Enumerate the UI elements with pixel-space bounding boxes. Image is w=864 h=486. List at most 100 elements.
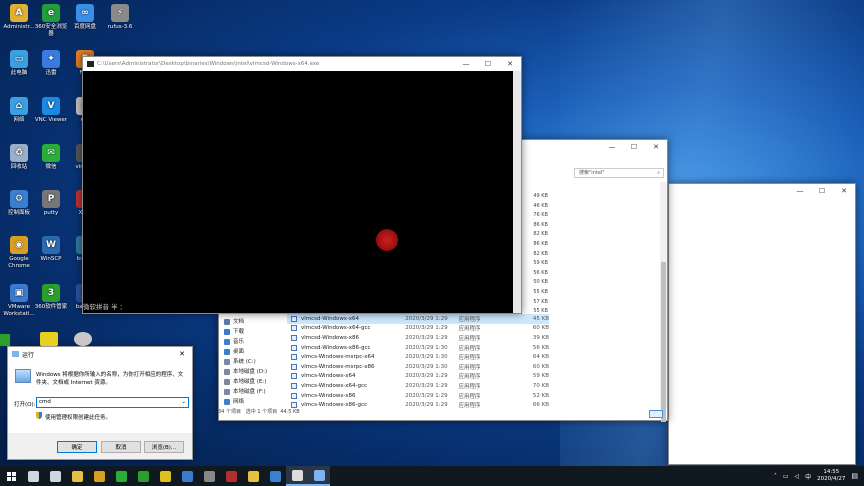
desktop-icon[interactable]: ⚙ 控制面板 (2, 190, 36, 217)
taskbar-360-button[interactable] (132, 466, 154, 486)
desktop-icon[interactable]: Pputty (34, 190, 68, 217)
desktop-icon-partial[interactable] (40, 332, 58, 346)
nav-item[interactable]: 本地磁盘 (D:) (224, 367, 267, 377)
taskbar-app2-button[interactable] (198, 466, 220, 486)
desktop-icon[interactable]: ✦ 迅雷 (34, 50, 68, 77)
desktop-icon-partial-2[interactable] (74, 332, 92, 346)
browse-button[interactable]: 浏览(B)... (144, 441, 184, 453)
file-row[interactable]: vlmcs-Windows-x86-gcc 2020/3/29 1:29 应用程序 6… (287, 400, 549, 410)
network-icon[interactable]: ▭ (783, 473, 789, 480)
file-row[interactable]: vlmcs-Windows-x86 2020/3/29 1:29 应用程序 52 KB (287, 391, 549, 401)
navigation-pane[interactable]: 文档 下载 音乐 桌面 系统 (C:) 本地磁盘 (D:) 本地磁盘 (E:) 本地磁盘 (F… (224, 317, 267, 407)
nav-item[interactable]: 系统 (C:) (224, 357, 267, 367)
taskbar-wechat-button[interactable] (110, 466, 132, 486)
file-row[interactable]: vlmcsd-Windows-x64 2020/3/29 1:29 应用程序 45 K… (287, 314, 549, 324)
file-row[interactable]: vlmcsd-Windows-x64-gcc 2020/3/29 1:29 应用程序… (287, 324, 549, 334)
maximize-icon[interactable]: ☐ (477, 57, 499, 71)
app-icon: ♻ (10, 144, 28, 162)
desktop-icon[interactable]: A Administr... (2, 4, 36, 31)
volume-icon[interactable]: ◁ (795, 473, 800, 480)
folder-icon (224, 349, 230, 355)
desktop-icon[interactable]: e 360安全浏览器 (34, 4, 68, 38)
taskbar-task-view-button[interactable] (44, 466, 66, 486)
run-input[interactable]: cmd ⌄ (36, 397, 189, 408)
chevron-down-icon[interactable]: ⌄ (181, 398, 186, 407)
file-row[interactable]: vlmcs-Windows-x64-gcc 2020/3/29 1:29 应用程序 7… (287, 381, 549, 391)
view-toggle-icons[interactable] (649, 410, 663, 418)
desktop-icon[interactable]: W WinSCP (34, 236, 68, 263)
explorer-window-back[interactable]: — ☐ ✕ (668, 183, 856, 465)
taskbar-chrome-button[interactable] (88, 466, 110, 486)
search-input[interactable]: 搜索"intel" ⌕ (574, 168, 664, 178)
file-date: 2020/3/29 1:29 (405, 392, 448, 399)
ime-indicator[interactable]: 中 (805, 472, 811, 481)
desktop-icon-partial-3[interactable] (0, 334, 10, 346)
taskbar-search-button[interactable] (22, 466, 44, 486)
maximize-icon[interactable]: ☐ (623, 140, 645, 154)
nav-item[interactable]: 桌面 (224, 347, 267, 357)
size-cell: 86 KB (533, 221, 548, 228)
desktop-icon[interactable]: ◉ Google Chrome (2, 236, 36, 270)
cancel-button[interactable]: 取消 (101, 441, 141, 453)
console-output[interactable]: 微软拼音 半 ： (83, 71, 521, 313)
desktop-icon[interactable]: ✉ 微信 (34, 144, 68, 171)
taskbar-cmd-button[interactable] (286, 466, 308, 486)
desktop-icon[interactable]: ⚡ rufus-3.6 (103, 4, 137, 31)
file-size: 39 KB (532, 334, 549, 341)
run-dialog[interactable]: 运行 ✕ Windows 将根据你所输入的名称，为你打开相应的程序、文件夹、文档… (7, 346, 193, 460)
nav-item[interactable]: 本地磁盘 (F:) (224, 387, 267, 397)
desktop-icon[interactable]: 3 360软件管家 (34, 284, 68, 311)
nav-item[interactable]: 下载 (224, 327, 267, 337)
app-icon: 3 (42, 284, 60, 302)
size-cell: 46 KB (533, 202, 548, 209)
close-icon[interactable]: ✕ (172, 350, 192, 358)
console-titlebar[interactable]: C:\Users\Administrator\Desktop\binaries\… (83, 57, 521, 71)
file-row[interactable]: vlmcsd-Windows-x86-gcc 2020/3/29 1:30 应用程序… (287, 343, 549, 353)
clock-date: 2020/4/27 (817, 476, 846, 482)
taskbar-explorer-window-button[interactable] (242, 466, 264, 486)
console-scrollbar[interactable] (513, 71, 521, 313)
close-icon[interactable]: ✕ (499, 57, 521, 71)
close-icon[interactable]: ✕ (645, 140, 667, 154)
close-icon[interactable]: ✕ (833, 184, 855, 198)
minimize-icon[interactable]: — (601, 140, 623, 154)
file-row[interactable]: vlmcs-Windows-msrpc-x64 2020/3/29 1:30 应用程… (287, 352, 549, 362)
file-date: 2020/3/29 1:29 (405, 325, 448, 332)
desktop-icon[interactable]: ⌂ 网络 (2, 97, 36, 124)
file-type: 应用程序 (458, 364, 481, 371)
console-window[interactable]: C:\Users\Administrator\Desktop\binaries\… (82, 56, 522, 314)
nav-item[interactable]: 文档 (224, 317, 267, 327)
minimize-icon[interactable]: — (789, 184, 811, 198)
minimize-icon[interactable]: — (455, 57, 477, 71)
taskbar-app-button[interactable] (154, 466, 176, 486)
vertical-scrollbar[interactable] (660, 182, 667, 422)
taskbar-explorer-button[interactable] (66, 466, 88, 486)
desktop-icon[interactable]: ∞ 百度网盘 (68, 4, 102, 31)
maximize-icon[interactable]: ☐ (811, 184, 833, 198)
file-row[interactable]: vlmcsd-Windows-x86 2020/3/29 1:29 应用程序 39 K… (287, 333, 549, 343)
nav-item-label: 网络 (233, 399, 245, 405)
nav-item[interactable]: 音乐 (224, 337, 267, 347)
taskbar-vmware-button[interactable] (176, 466, 198, 486)
chevron-up-icon[interactable]: ˄ (774, 473, 777, 480)
explorer-back-titlebar[interactable]: — ☐ ✕ (669, 184, 855, 198)
start-button[interactable] (0, 466, 22, 486)
desktop-icon[interactable]: V VNC Viewer (34, 97, 68, 124)
nav-item[interactable]: 网络 (224, 397, 267, 407)
desktop-icon[interactable]: ▣ VMware Workstati... (2, 284, 36, 318)
size-cell: 82 KB (533, 250, 548, 257)
taskbar-app3-button[interactable] (220, 466, 242, 486)
run-titlebar[interactable]: 运行 ✕ (8, 347, 192, 361)
desktop-icon[interactable]: ▭ 此电脑 (2, 50, 36, 77)
search-placeholder: 搜索"intel" (579, 170, 605, 176)
desktop-icon[interactable]: ♻ 回收站 (2, 144, 36, 171)
file-row[interactable]: vlmcs-Windows-x64 2020/3/29 1:29 应用程序 59 KB (287, 372, 549, 382)
taskbar-run-button[interactable] (308, 466, 330, 486)
file-list[interactable]: vlmcsd-Windows-x64 2020/3/29 1:29 应用程序 45 K… (287, 314, 549, 410)
ok-button[interactable]: 确定 (57, 441, 97, 453)
clock[interactable]: 14:55 2020/4/27 (817, 469, 845, 483)
nav-item[interactable]: 本地磁盘 (E:) (224, 377, 267, 387)
file-row[interactable]: vlmcs-Windows-msrpc-x86 2020/3/29 1:30 应用程… (287, 362, 549, 372)
notification-icon[interactable]: ▤ (851, 472, 858, 480)
taskbar-app4-button[interactable] (264, 466, 286, 486)
